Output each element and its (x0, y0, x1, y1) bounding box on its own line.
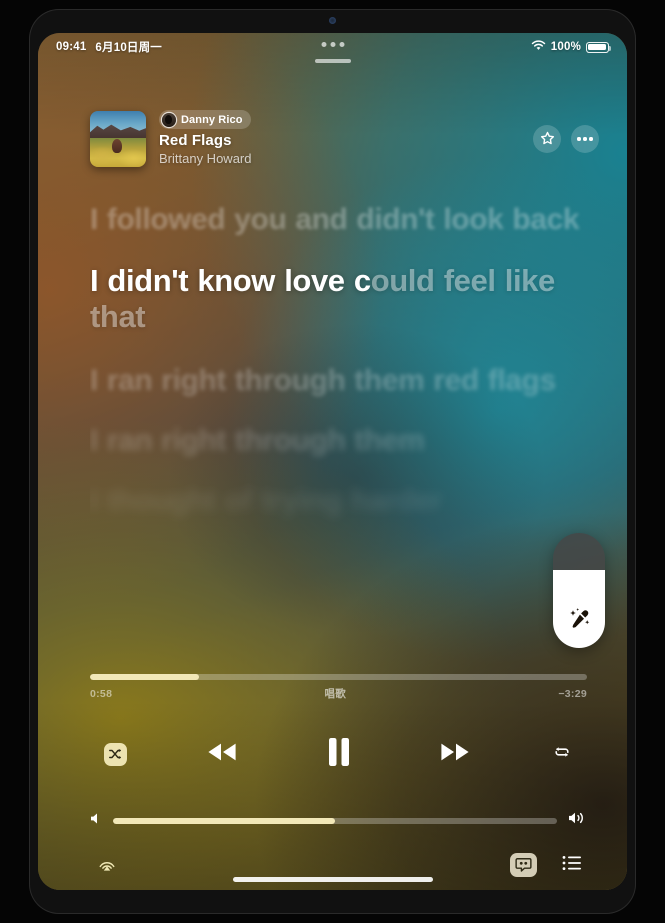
airplay-button[interactable] (92, 852, 122, 878)
ellipsis-dots (577, 137, 593, 141)
multitask-dots-icon[interactable] (321, 42, 344, 47)
elapsed-time: 0:58 (90, 687, 113, 700)
shuffle-button[interactable] (98, 739, 132, 769)
wifi-icon (531, 40, 546, 54)
star-icon[interactable] (533, 124, 561, 153)
now-playing-header: Danny Rico Red Flags Brittany Howard (90, 110, 599, 168)
song-artist: Brittany Howard (159, 150, 252, 166)
lyrics-button[interactable] (509, 852, 537, 878)
multitask-dot (330, 42, 335, 47)
album-artwork[interactable] (90, 110, 146, 167)
lyric-sung-part: I didn't know love c (90, 263, 371, 299)
transport-controls: 0:58 唱歌 −3:29 (90, 674, 587, 878)
lyric-line-next[interactable]: I ran right through them red flags (90, 364, 587, 398)
pause-button[interactable] (313, 731, 365, 777)
playback-buttons (90, 731, 587, 777)
front-camera-icon (329, 17, 336, 24)
microphone-sparkles-icon (553, 604, 605, 634)
ipad-device: 09:41 6月10日周一 100% Danny Rico Red Flags … (0, 0, 665, 923)
queue-button[interactable] (559, 852, 585, 878)
lyrics-quote-icon (509, 853, 537, 877)
now-playing-text: Danny Rico Red Flags Brittany Howard (159, 110, 251, 168)
ellipsis-icon[interactable] (571, 124, 599, 153)
status-bar-right: 100% (531, 40, 612, 54)
battery-full-icon (586, 41, 612, 53)
status-bar: 09:41 6月10日周一 100% (38, 33, 627, 61)
battery-percent: 100% (550, 41, 581, 53)
rewind-button[interactable] (197, 734, 247, 774)
remaining-time: −3:29 (558, 687, 587, 700)
rewind-icon (205, 741, 239, 768)
screen: 09:41 6月10日周一 100% Danny Rico Red Flags … (38, 33, 627, 890)
speaker-max-icon (568, 811, 587, 830)
fast-forward-button[interactable] (430, 734, 480, 774)
song-title: Red Flags (159, 132, 232, 149)
lyric-line-next-2[interactable]: I ran right through them (90, 424, 587, 458)
repeat-button[interactable] (545, 739, 579, 769)
lyric-line-past[interactable]: I followed you and didn't look back (90, 203, 587, 237)
badge-user-name: Danny Rico (181, 113, 243, 126)
volume-slider[interactable] (113, 817, 557, 824)
airplay-icon (97, 853, 117, 878)
pause-icon (326, 736, 352, 773)
speaker-min-icon (90, 812, 102, 830)
status-bar-left: 09:41 6月10日周一 (56, 39, 162, 55)
bottom-action-bar (90, 852, 587, 878)
multitask-dot (321, 42, 326, 47)
sing-mode-label: 唱歌 (324, 688, 347, 700)
progress-slider[interactable] (90, 674, 587, 680)
multitask-dot (339, 42, 344, 47)
fast-forward-icon (438, 741, 472, 768)
header-actions (533, 124, 599, 153)
volume-row (90, 811, 587, 830)
window-grabber[interactable] (314, 59, 351, 63)
home-indicator[interactable] (232, 877, 433, 882)
shared-with-badge[interactable]: Danny Rico (159, 110, 251, 129)
status-date: 6月10日周一 (95, 42, 163, 54)
bottom-bar-right (509, 852, 585, 878)
shuffle-icon (103, 742, 127, 766)
lyric-line-active[interactable]: I didn't know love could feel like that (90, 263, 587, 334)
lyric-line-next-3[interactable]: I thought of trying harder (90, 484, 587, 518)
lyrics-panel[interactable]: I followed you and didn't look back I di… (90, 203, 587, 655)
scrubber-labels: 0:58 唱歌 −3:29 (90, 686, 587, 701)
queue-list-icon (562, 855, 582, 876)
user-avatar (162, 112, 176, 127)
volume-slider-fill (113, 817, 335, 824)
progress-slider-fill (90, 674, 200, 680)
status-time: 09:41 (56, 41, 87, 53)
sing-volume-slider[interactable] (553, 533, 605, 648)
scrubber-row: 0:58 唱歌 −3:29 (90, 674, 587, 701)
repeat-icon (553, 743, 571, 766)
